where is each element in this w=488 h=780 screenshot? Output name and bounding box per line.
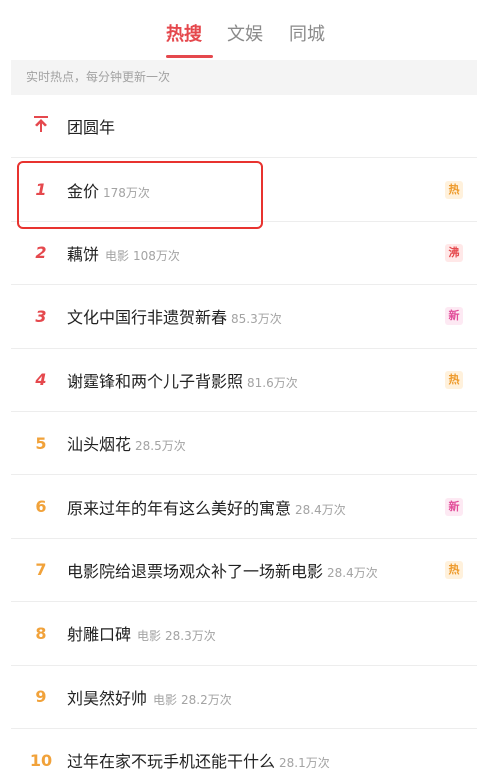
list-item[interactable]: 6 原来过年的年有这么美好的寓意 28.4万次 新 [11, 475, 477, 539]
new-badge: 新 [445, 497, 463, 516]
item-title: 汕头烟花 [67, 435, 132, 455]
item-title-line: 射雕口碑 电影 28.3万次 [67, 621, 216, 645]
boil-badge: 沸 [445, 243, 463, 262]
list-item[interactable]: 10 过年在家不玩手机还能干什么 28.1万次 [11, 729, 477, 780]
item-title: 藕饼 [67, 244, 100, 264]
item-title: 过年在家不玩手机还能干什么 [67, 752, 276, 772]
hot-search-list: 团圆年 [11, 95, 477, 159]
item-title-line: 谢霆锋和两个儿子背影照 81.6万次 [67, 368, 298, 392]
search-count: 28.4万次 [327, 565, 378, 580]
list-item[interactable]: 8 射雕口碑 电影 28.3万次 [11, 602, 477, 666]
search-count: 85.3万次 [231, 312, 282, 327]
item-title-line: 藕饼 电影 108万次 [67, 241, 180, 265]
rank-number: 4 [35, 370, 47, 390]
item-title-line: 原来过年的年有这么美好的寓意 28.4万次 [67, 495, 346, 519]
new-badge: 新 [445, 307, 463, 326]
rank-number: 3 [35, 306, 47, 326]
search-count: 108万次 [133, 248, 180, 263]
tab-entertainment[interactable]: 文娱 [227, 20, 263, 46]
rank-number: 9 [35, 687, 47, 707]
rank-number: 5 [35, 433, 47, 453]
search-count: 81.6万次 [247, 375, 298, 390]
item-tag: 电影 [153, 692, 178, 707]
list-item[interactable]: 3 文化中国行非遗贺新春 85.3万次 新 [11, 285, 477, 349]
pin-top-icon [29, 115, 53, 138]
rank-number: 1 [35, 180, 47, 200]
active-tab-indicator [166, 55, 213, 58]
item-title: 原来过年的年有这么美好的寓意 [67, 498, 292, 518]
rank-number: 8 [35, 623, 47, 643]
tab-local[interactable]: 同城 [289, 20, 325, 46]
rank-number: 2 [35, 243, 47, 263]
search-count: 28.2万次 [181, 692, 232, 707]
pinned-item[interactable]: 团圆年 [11, 95, 477, 159]
list-item[interactable]: 9 刘昊然好帅 电影 28.2万次 [11, 666, 477, 729]
rank-number: 6 [35, 497, 47, 517]
list-item[interactable]: 5 汕头烟花 28.5万次 [11, 412, 477, 476]
item-tag: 电影 [137, 629, 162, 644]
item-title: 金价 [67, 181, 100, 201]
item-title-line: 过年在家不玩手机还能干什么 28.1万次 [67, 748, 330, 772]
search-count: 178万次 [103, 185, 150, 200]
item-title: 谢霆锋和两个儿子背影照 [67, 371, 244, 391]
rank-number: 10 [29, 750, 53, 770]
item-title-line: 刘昊然好帅 电影 28.2万次 [67, 685, 232, 709]
item-title: 文化中国行非遗贺新春 [67, 308, 228, 328]
item-title-line: 文化中国行非遗贺新春 85.3万次 [67, 304, 282, 328]
tab-hot-search[interactable]: 热搜 [166, 20, 202, 46]
hot-badge: 热 [445, 560, 463, 579]
item-title: 射雕口碑 [67, 625, 132, 645]
search-count: 28.5万次 [135, 439, 186, 454]
list-item[interactable]: 2 藕饼 电影 108万次 沸 [11, 222, 477, 286]
item-tag: 电影 [105, 248, 130, 263]
hot-badge: 热 [445, 370, 463, 389]
search-count: 28.1万次 [279, 756, 330, 771]
update-notice: 实时热点，每分钟更新一次 [11, 60, 477, 95]
pinned-title: 团圆年 [67, 118, 116, 138]
rank-number: 7 [35, 560, 47, 580]
item-title: 电影院给退票场观众补了一场新电影 [67, 561, 324, 581]
item-title: 刘昊然好帅 [67, 688, 148, 708]
list-item[interactable]: 1 金价 178万次 热 [11, 158, 477, 222]
ranked-items: 1 金价 178万次热 2 藕饼 电影 108万次沸 3 文化中国行非遗贺新春 85.3万次新 4 谢… [11, 158, 477, 780]
search-count: 28.3万次 [165, 629, 216, 644]
hot-badge: 热 [445, 180, 463, 199]
item-title-line: 金价 178万次 [67, 178, 150, 202]
list-item[interactable]: 7 电影院给退票场观众补了一场新电影 28.4万次 热 [11, 539, 477, 603]
item-title-line: 汕头烟花 28.5万次 [67, 431, 186, 455]
list-item[interactable]: 4 谢霆锋和两个儿子背影照 81.6万次 热 [11, 349, 477, 412]
item-title-line: 电影院给退票场观众补了一场新电影 28.4万次 [67, 558, 378, 582]
tab-bar: 热搜 文娱 同城 [0, 0, 488, 60]
search-count: 28.4万次 [295, 502, 346, 517]
